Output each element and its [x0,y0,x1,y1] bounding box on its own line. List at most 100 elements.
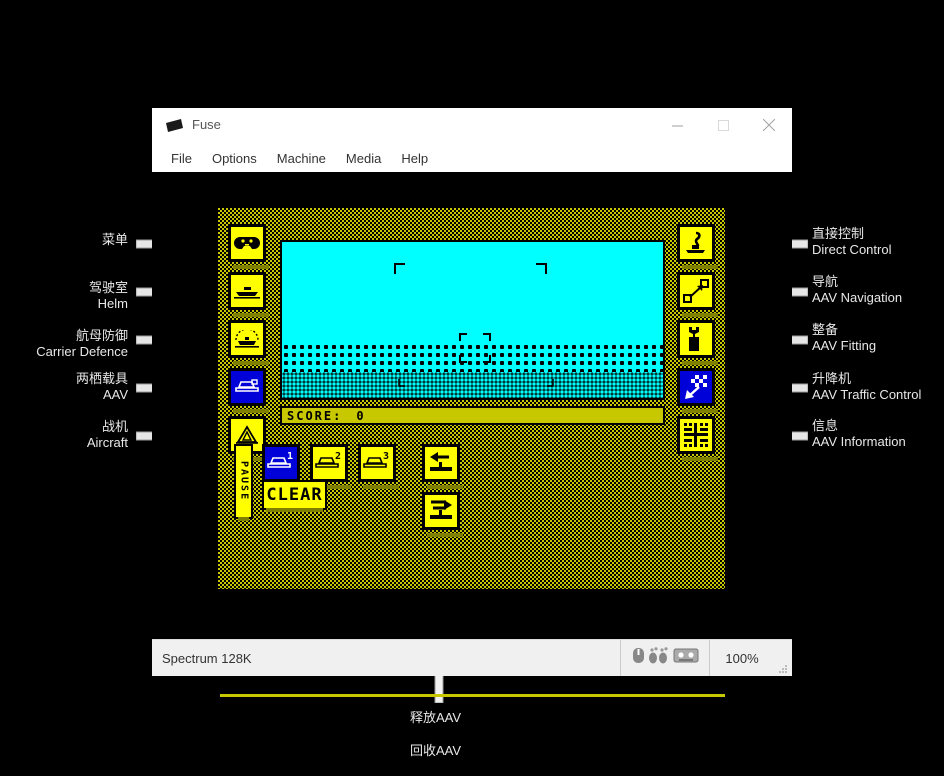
mouse-icon[interactable] [632,647,645,669]
annotation-right-3-en: AAV Traffic Control [812,387,922,402]
aav-traffic-control-button[interactable] [677,368,718,413]
menu-item-machine[interactable]: Machine [270,148,333,169]
annotation-left-1: 驾驶室 Helm [20,280,128,312]
menu-item-options[interactable]: Options [205,148,264,169]
menu-item-media[interactable]: Media [339,148,388,169]
annotation-right-4-en: AAV Information [812,434,906,449]
sonar-marker-right [545,375,555,393]
wrench-icon [685,326,707,352]
button-shadow [682,361,718,365]
aav-information-button[interactable] [677,416,718,461]
annotation-left-3-cn: 两栖载具 [75,371,128,386]
score-bar: SCORE: 0 [280,406,665,425]
button-shadow [238,517,249,521]
button-shadow [427,485,463,489]
sky-layer [282,242,663,343]
game-viewport[interactable] [280,240,665,400]
annotation-right-1: 导航 AAV Navigation [812,274,902,306]
menubar: File Options Machine Media Help [152,144,792,172]
menu-item-help[interactable]: Help [394,148,435,169]
recover-aav-button[interactable] [422,492,463,537]
radar-ship-icon [233,330,261,348]
svg-text:3: 3 [383,451,389,462]
helm-button[interactable] [228,272,269,317]
pause-label: PAUSE [238,461,250,502]
annotation-left-1-cn: 驾驶室 [88,280,128,295]
annotation-right-3-cn: 升降机 [812,371,852,386]
window-title: Fuse [192,117,221,132]
tape-icon[interactable] [673,647,699,669]
annotation-left-4: 战机 Aircraft [20,419,128,451]
maximize-button[interactable] [700,108,746,142]
aav-fitting-button[interactable] [677,320,718,365]
annotation-bottom-0: 释放AAV [410,710,461,726]
sonar-marker-left [397,375,407,393]
sea-layer [282,343,663,398]
target-bracket-tl [459,329,468,347]
aav-slot-2-button[interactable]: 2 [310,444,351,489]
resize-grip[interactable] [774,638,792,678]
annotation-right-0: 直接控制 Direct Control [812,226,891,258]
svg-text:2: 2 [335,451,341,462]
annotation-left-3: 两栖载具 AAV [20,371,128,403]
machine-status-label: Spectrum 128K [162,650,252,666]
button-shadow [427,533,463,537]
aav-slot-1-button[interactable]: 1 [262,444,303,489]
annotation-left-0: 菜单 [20,232,128,248]
statusbar: Spectrum 128K 100% [152,639,792,676]
bracket-marker-top-right [535,262,547,280]
pause-button[interactable]: PAUSE [234,444,253,521]
emulator-bottom-border [220,694,725,697]
annotation-right-1-cn: 导航 [812,274,839,289]
direct-control-button[interactable] [677,224,718,269]
menu-item-file[interactable]: File [164,148,199,169]
hovercraft-icon [233,379,261,395]
clear-button[interactable]: CLEAR [262,480,327,512]
clear-label: CLEAR [266,485,323,505]
button-shadow [233,409,269,413]
annotation-right-2-cn: 整备 [812,322,839,337]
carrier-defence-button[interactable] [228,320,269,365]
button-shadow [363,485,399,489]
window-titlebar[interactable]: Fuse [152,108,792,144]
menu-button[interactable] [228,224,269,269]
score-value: 0 [356,408,366,423]
minimize-button[interactable] [654,108,700,142]
aav-button[interactable] [228,368,269,413]
annotation-left-2-en: Carrier Defence [36,344,128,359]
annotation-left-3-en: AAV [102,387,128,402]
button-shadow [682,313,718,317]
annotation-left-2: 航母防御 Carrier Defence [0,328,128,360]
aircraft-icon [234,425,260,445]
ship-icon [233,283,261,299]
gamepad-icon [234,235,260,251]
annotation-left-4-en: Aircraft [86,435,128,450]
button-shadow [233,265,269,269]
svg-text:1: 1 [287,451,293,462]
annotation-left-0-cn: 菜单 [101,232,128,247]
button-shadow [233,313,269,317]
hovercraft-icon: 3 [362,450,392,476]
target-bracket-tr [482,329,491,347]
cassette-icon [165,119,184,133]
emulator-display[interactable]: SCORE: 0 PAUSE 1 2 3 CLEAR [218,208,725,589]
aav-navigation-button[interactable] [677,272,718,317]
annotation-bottom-1: 回收AAV [410,743,461,759]
arrow-left-deck-icon [428,451,454,475]
button-shadow [682,457,718,461]
bracket-marker-top-left [394,262,406,280]
close-icon[interactable] [746,108,792,142]
button-shadow [266,508,323,512]
annotation-right-0-cn: 直接控制 [812,226,865,241]
annotation-left-2-cn: 航母防御 [75,328,128,343]
aav-slot-3-button[interactable]: 3 [358,444,399,489]
zoom-level-label: 100% [709,640,774,676]
target-bracket-bl [459,350,468,368]
info-grid-icon [683,422,709,448]
release-aav-button[interactable] [422,444,463,489]
joystick-icon[interactable] [648,647,670,669]
hovercraft-icon: 2 [314,450,344,476]
annotation-bottom-1-cn: 回收AAV [410,743,462,758]
button-shadow [682,265,718,269]
annotation-right-4: 信息 AAV Information [812,418,906,450]
